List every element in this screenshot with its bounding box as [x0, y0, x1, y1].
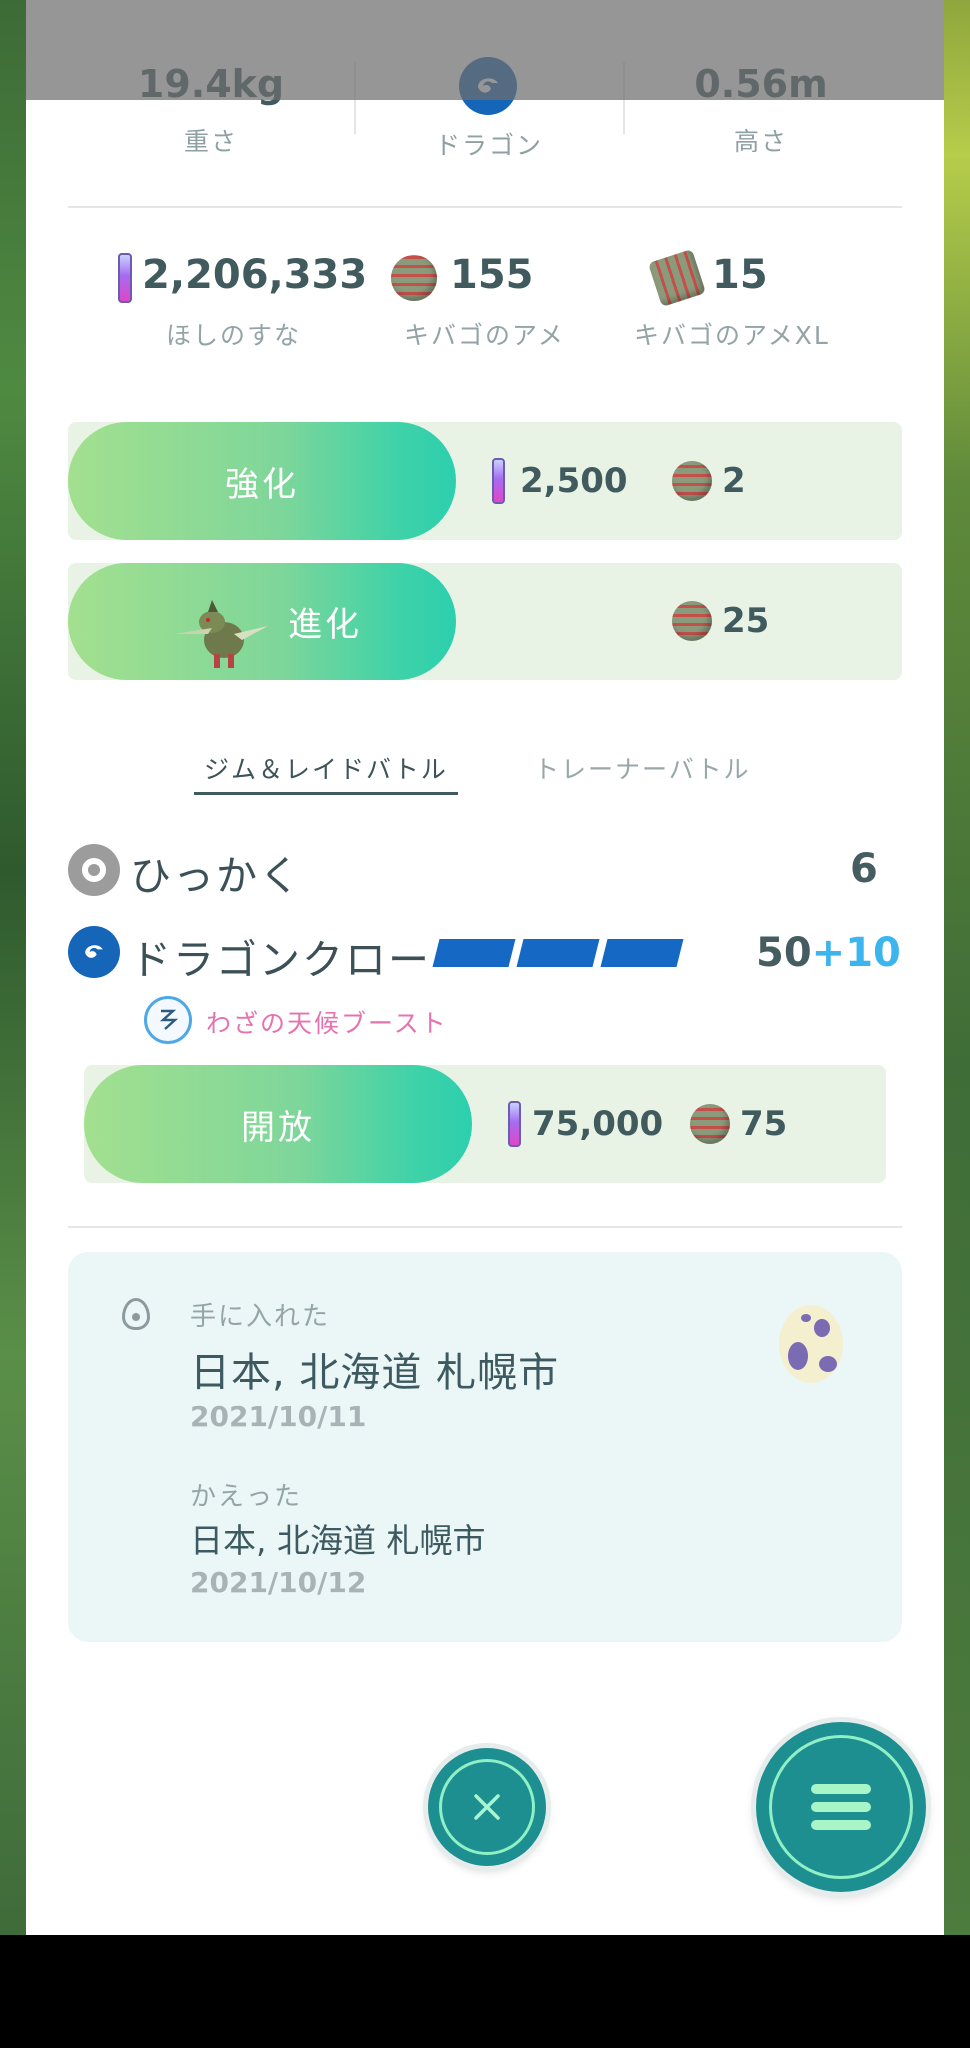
xl-candy-label: キバゴのアメXL	[634, 321, 830, 350]
dragon-type-icon	[68, 926, 120, 978]
energy-bar-segment	[432, 939, 516, 967]
candy-label: キバゴのアメ	[404, 321, 565, 350]
caught-label: 手に入れた	[190, 1302, 331, 1332]
power-up-button[interactable]: 強化	[68, 422, 456, 540]
divider	[623, 62, 625, 134]
xl-candy-icon	[648, 249, 706, 307]
section-divider	[68, 1226, 902, 1228]
charged-move-power: 50+10	[756, 930, 901, 976]
height-value: 0.56m	[694, 62, 828, 106]
background-right	[944, 0, 970, 1935]
unlock-stardust-cost: 75,000	[532, 1104, 664, 1144]
unlock-candy-cost: 75	[740, 1104, 788, 1144]
dragon-type-icon	[459, 57, 517, 115]
egg-icon	[776, 1298, 846, 1384]
power-up-candy-cost: 2	[722, 461, 746, 501]
evolution-pokemon-icon	[172, 600, 272, 670]
menu-icon	[769, 1735, 913, 1879]
candy-icon	[672, 461, 712, 501]
fast-move-name: ひっかく	[130, 852, 302, 900]
close-icon	[439, 1759, 535, 1855]
evolve-label: 進化	[288, 605, 362, 645]
normal-type-icon	[68, 844, 120, 896]
power-up-stardust-cost: 2,500	[520, 461, 628, 501]
section-divider	[68, 206, 902, 208]
stardust-label: ほしのすな	[166, 321, 302, 350]
candy-icon	[672, 601, 712, 641]
unlock-button[interactable]: 開放	[84, 1065, 472, 1183]
windy-weather-icon	[144, 996, 192, 1044]
stardust-icon	[508, 1101, 521, 1147]
weight-label: 重さ	[183, 127, 238, 156]
hatched-date: 2021/10/12	[190, 1566, 367, 1599]
type-label: ドラゴン	[434, 131, 543, 160]
candy-icon	[391, 255, 437, 301]
evolve-candy-cost: 25	[722, 601, 770, 641]
bottom-bar	[0, 1935, 970, 2048]
menu-button[interactable]	[756, 1722, 926, 1892]
tab-gym-raid[interactable]: ジム＆レイドバトル	[204, 750, 448, 786]
egg-origin-icon	[122, 1298, 150, 1330]
xl-candy-value: 15	[712, 252, 768, 298]
tab-trainer-battle[interactable]: トレーナーバトル	[534, 750, 751, 786]
candy-icon	[690, 1104, 730, 1144]
charged-move-base-power: 50	[756, 930, 812, 976]
caught-date: 2021/10/11	[190, 1400, 367, 1433]
tab-active-indicator	[194, 792, 458, 795]
fast-move-power: 6	[850, 846, 878, 892]
charged-move-name: ドラゴンクロー	[130, 936, 431, 984]
stardust-icon	[492, 458, 505, 504]
divider	[354, 62, 356, 134]
stardust-icon	[118, 253, 132, 303]
weather-boost-label: わざの天候ブースト	[206, 1009, 448, 1038]
close-button[interactable]	[428, 1748, 546, 1866]
stardust-value: 2,206,333	[142, 252, 368, 298]
charged-move-bonus: +10	[811, 930, 901, 976]
energy-bar-segment	[516, 939, 600, 967]
candy-value: 155	[450, 252, 534, 298]
hatched-label: かえった	[190, 1482, 303, 1512]
caught-location: 日本, 北海道 札幌市	[190, 1350, 560, 1396]
weight-value: 19.4kg	[137, 62, 285, 106]
hatched-location: 日本, 北海道 札幌市	[190, 1521, 486, 1560]
energy-bar-segment	[600, 939, 684, 967]
background-left	[0, 0, 26, 1935]
pokemon-detail-panel: 19.4kg 重さ ドラゴン 0.56m 高さ 2,206,333 ほしのすな …	[26, 0, 944, 1935]
height-label: 高さ	[733, 127, 788, 156]
